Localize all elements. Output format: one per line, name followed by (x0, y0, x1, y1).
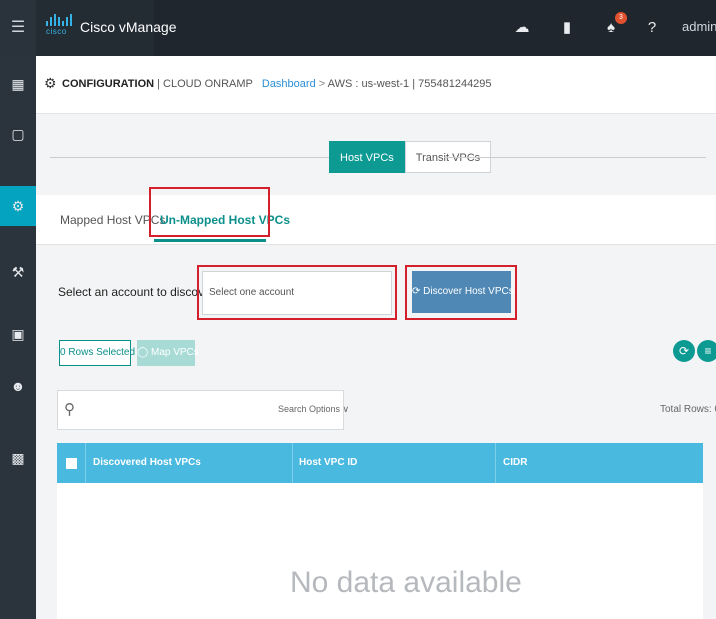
page-header: ⚙ CONFIGURATION | CLOUD ONRAMP Dashboard… (36, 56, 716, 114)
search-input[interactable] (84, 397, 274, 423)
select-all-checkbox[interactable] (66, 458, 77, 469)
analytics-icon[interactable]: ▩ (0, 438, 36, 478)
cisco-wordmark: cisco (46, 27, 67, 36)
total-rows-count: Total Rows: 0 (660, 404, 716, 415)
bell-icon[interactable]: ♠ 3 (601, 12, 627, 38)
refresh-icon[interactable]: ⟳ (673, 340, 695, 362)
empty-state-text: No data available (290, 566, 522, 599)
app-title: Cisco vManage (80, 19, 177, 35)
notification-badge: 3 (615, 12, 627, 24)
help-icon[interactable]: ? (642, 18, 662, 38)
breadcrumb-current: AWS : us-west-1 | 755481244295 (327, 78, 492, 90)
gear-icon: ⚙ (44, 75, 57, 91)
tab-bar: Mapped Host VPCs Un-Mapped Host VPCs (36, 195, 716, 245)
column-header-discovered[interactable]: Discovered Host VPCs (93, 457, 201, 468)
map-vpcs-button[interactable]: ◯ Map VPCs (137, 340, 199, 366)
map-vpcs-label: Map VPCs (150, 347, 199, 358)
map-icon: ◯ (137, 347, 149, 358)
column-divider (292, 443, 293, 483)
configuration-icon[interactable]: ⚙ (0, 186, 36, 226)
column-header-vpc-id[interactable]: Host VPC ID (299, 457, 357, 468)
search-options-dropdown[interactable]: Search Options ∨ (278, 404, 349, 415)
column-divider (495, 443, 496, 483)
rows-selected-indicator: 0 Rows Selected (59, 340, 135, 366)
divider (444, 157, 706, 158)
clipboard-icon[interactable]: ▮ (557, 18, 577, 38)
brand[interactable]: cisco Cisco vManage (36, 0, 177, 56)
highlight-box (197, 265, 397, 320)
table-header: Discovered Host VPCs Host VPC ID CIDR (57, 443, 703, 483)
highlight-box (405, 265, 517, 320)
breadcrumb-dashboard-link[interactable]: Dashboard (262, 78, 316, 90)
left-nav-rail: ▦ ▢ ⚙ ⚒ ▣ ☻ ▩ (0, 56, 36, 619)
breadcrumb: CONFIGURATION | CLOUD ONRAMP Dashboard >… (62, 78, 492, 90)
breadcrumb-separator: > (318, 78, 326, 90)
active-tab-indicator (154, 239, 266, 242)
dashboard-icon[interactable]: ▦ (0, 64, 36, 104)
user-menu[interactable]: admin (682, 19, 716, 34)
search-box: ⚲ Search Options ∨ (57, 390, 349, 430)
breadcrumb-section: CONFIGURATION (62, 78, 155, 90)
administration-icon[interactable]: ☻ (0, 366, 36, 406)
monitor-icon[interactable]: ▢ (0, 114, 36, 154)
column-divider (85, 443, 86, 483)
cloud-icon[interactable]: ☁ (512, 18, 532, 38)
highlight-box (149, 187, 270, 237)
host-vpcs-button[interactable]: Host VPCs (329, 141, 405, 173)
column-header-cidr[interactable]: CIDR (503, 457, 527, 468)
divider (50, 157, 329, 158)
account-label: Select an account to discover (58, 285, 215, 299)
maintenance-icon[interactable]: ▣ (0, 314, 36, 354)
cisco-logo: cisco (46, 14, 72, 42)
tools-icon[interactable]: ⚒ (0, 252, 36, 292)
menu-icon[interactable]: ☰ (0, 0, 36, 56)
breadcrumb-sub: | CLOUD ONRAMP (157, 78, 253, 90)
search-icon: ⚲ (64, 401, 75, 418)
list-icon[interactable]: ≡ (697, 340, 716, 362)
top-bar: ☰ cisco Cisco vManage ☁ ▮ ♠ 3 ? admin (0, 0, 716, 56)
